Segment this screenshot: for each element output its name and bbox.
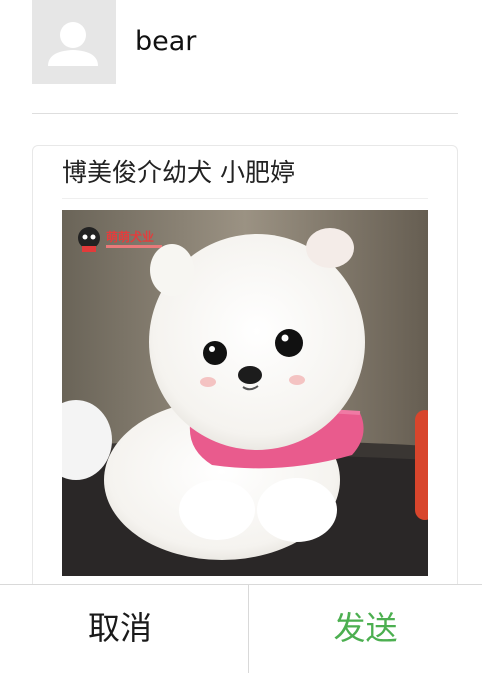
puppy-image: 萌萌犬业: [62, 210, 428, 576]
action-bar: 取消 发送: [0, 584, 482, 673]
share-header: bear: [0, 0, 482, 114]
default-avatar-icon: [32, 0, 116, 84]
svg-text:萌萌犬业: 萌萌犬业: [106, 229, 154, 244]
card-image: 萌萌犬业: [62, 210, 428, 576]
header-divider: [32, 113, 458, 114]
shared-card[interactable]: 博美俊介幼犬 小肥婷 萌萌犬业: [32, 145, 458, 607]
send-button[interactable]: 发送: [249, 585, 482, 672]
card-title-divider: [62, 198, 428, 199]
cancel-button[interactable]: 取消: [0, 585, 240, 672]
card-title: 博美俊介幼犬 小肥婷: [62, 158, 295, 187]
username: bear: [135, 26, 197, 57]
avatar: [32, 0, 116, 84]
